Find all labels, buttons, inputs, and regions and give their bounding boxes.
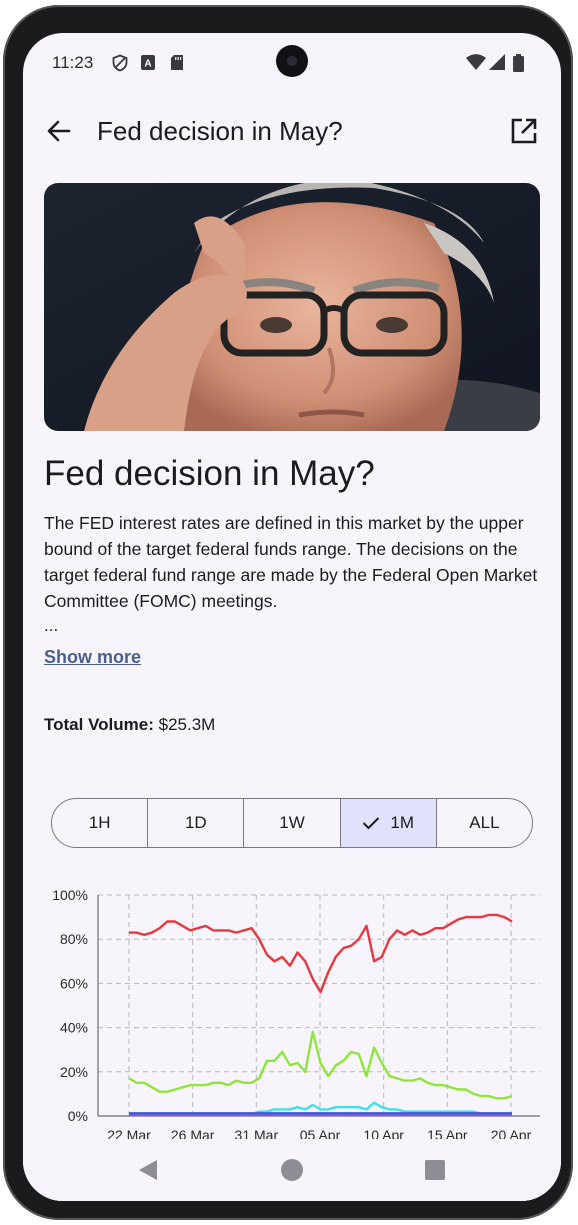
recents-nav-icon[interactable] bbox=[425, 1160, 445, 1180]
status-time: 11:23 bbox=[52, 53, 94, 72]
open-in-new-icon[interactable] bbox=[510, 117, 538, 145]
x-tick-label: 20 Apr bbox=[491, 1127, 532, 1139]
home-nav-icon[interactable] bbox=[280, 1158, 304, 1182]
svg-text:A: A bbox=[144, 59, 151, 70]
time-range-selector: 1H 1D 1W 1M ALL bbox=[51, 798, 533, 848]
show-more-link[interactable]: Show more bbox=[44, 647, 141, 668]
y-tick-label: 40% bbox=[60, 1020, 88, 1036]
range-1h-button[interactable]: 1H bbox=[52, 799, 149, 847]
front-camera bbox=[276, 45, 308, 77]
x-tick-label: 15 Apr bbox=[427, 1127, 468, 1139]
probability-chart: 100% 80% 60% 40% 20% 0% 22 Mar 26 Mar 31 Mar 05 A… bbox=[23, 881, 561, 1143]
y-tick-label: 80% bbox=[60, 931, 88, 947]
range-1h-label: 1H bbox=[88, 813, 111, 832]
market-description: The FED interest rates are defined in th… bbox=[44, 513, 538, 611]
range-1m-label: 1M bbox=[390, 813, 415, 832]
x-tick-label: 22 Mar bbox=[107, 1127, 151, 1139]
range-1w-button[interactable]: 1W bbox=[244, 799, 341, 847]
font-badge-icon: A bbox=[141, 55, 155, 70]
wifi-icon bbox=[466, 54, 486, 70]
x-tick-label: 31 Mar bbox=[235, 1127, 279, 1139]
shield-icon bbox=[112, 54, 128, 72]
y-tick-label: 0% bbox=[68, 1108, 88, 1124]
market-image bbox=[44, 183, 540, 431]
y-tick-label: 100% bbox=[52, 887, 88, 903]
checkmark-icon bbox=[363, 817, 380, 830]
range-1d-button[interactable]: 1D bbox=[148, 799, 245, 847]
back-nav-icon[interactable] bbox=[137, 1158, 159, 1182]
app-bar-title: Fed decision in May? bbox=[97, 116, 343, 146]
sd-card-icon bbox=[171, 55, 183, 70]
range-all-button[interactable]: ALL bbox=[437, 799, 532, 847]
back-arrow-icon[interactable] bbox=[45, 117, 73, 145]
x-tick-label: 10 Apr bbox=[363, 1127, 404, 1139]
app-bar: Fed decision in May? bbox=[23, 103, 561, 159]
phone-frame: 11:23 A Fed decision in May? Fed decisio… bbox=[3, 5, 573, 1220]
range-1m-button[interactable]: 1M bbox=[340, 799, 437, 847]
y-tick-label: 60% bbox=[60, 975, 88, 991]
status-bar: 11:23 A bbox=[23, 33, 561, 91]
total-volume-label: Total Volume: bbox=[44, 715, 154, 734]
range-1w-label: 1W bbox=[279, 813, 305, 832]
system-nav-bar bbox=[23, 1139, 561, 1201]
total-volume: Total Volume: $25.3M bbox=[44, 715, 215, 735]
probability-chart-svg: 100% 80% 60% 40% 20% 0% 22 Mar 26 Mar 31 Mar 05 A… bbox=[52, 887, 540, 1143]
market-heading: Fed decision in May? bbox=[44, 454, 375, 493]
signal-icon bbox=[489, 54, 505, 70]
x-tick-label: 26 Mar bbox=[171, 1127, 215, 1139]
total-volume-value: $25.3M bbox=[158, 715, 216, 734]
battery-icon bbox=[513, 54, 524, 72]
description-ellipsis: ... bbox=[44, 616, 59, 635]
range-1d-label: 1D bbox=[184, 813, 207, 832]
screen: 11:23 A Fed decision in May? Fed decisio… bbox=[23, 33, 561, 1201]
y-tick-label: 20% bbox=[60, 1064, 88, 1080]
range-all-label: ALL bbox=[469, 813, 500, 832]
x-tick-label: 05 Apr bbox=[300, 1127, 341, 1139]
